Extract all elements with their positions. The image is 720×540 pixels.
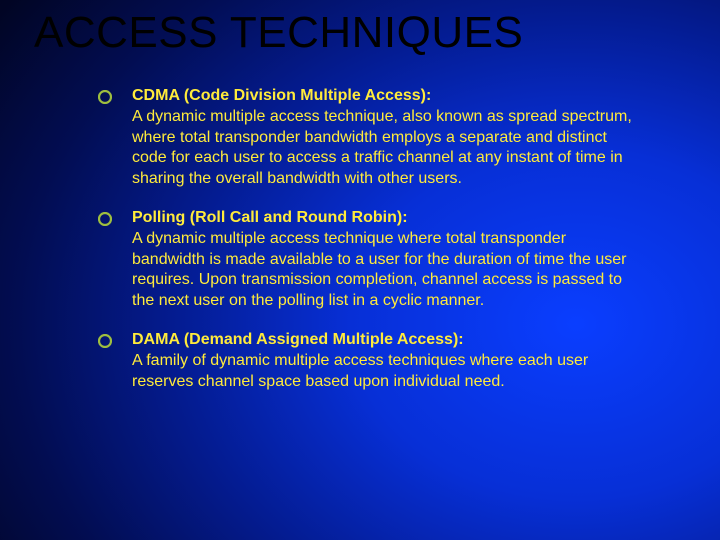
section-dama: DAMA (Demand Assigned Multiple Access): …: [132, 330, 642, 392]
section-heading: Polling (Roll Call and Round Robin):: [132, 209, 408, 226]
section-cdma: CDMA (Code Division Multiple Access): A …: [132, 86, 642, 190]
section-polling: Polling (Roll Call and Round Robin): A d…: [132, 208, 642, 312]
slide: ACCESS TECHNIQUES CDMA (Code Division Mu…: [0, 0, 720, 540]
section-body: A family of dynamic multiple access tech…: [132, 352, 588, 390]
bullet-icon: [98, 212, 112, 226]
section-body: A dynamic multiple access technique wher…: [132, 230, 627, 309]
slide-content: CDMA (Code Division Multiple Access): A …: [132, 86, 642, 410]
section-heading: CDMA (Code Division Multiple Access):: [132, 87, 431, 104]
slide-title: ACCESS TECHNIQUES: [34, 8, 523, 58]
section-heading: DAMA (Demand Assigned Multiple Access):: [132, 331, 464, 348]
section-body: A dynamic multiple access technique, als…: [132, 108, 632, 187]
bullet-icon: [98, 334, 112, 348]
bullet-icon: [98, 90, 112, 104]
